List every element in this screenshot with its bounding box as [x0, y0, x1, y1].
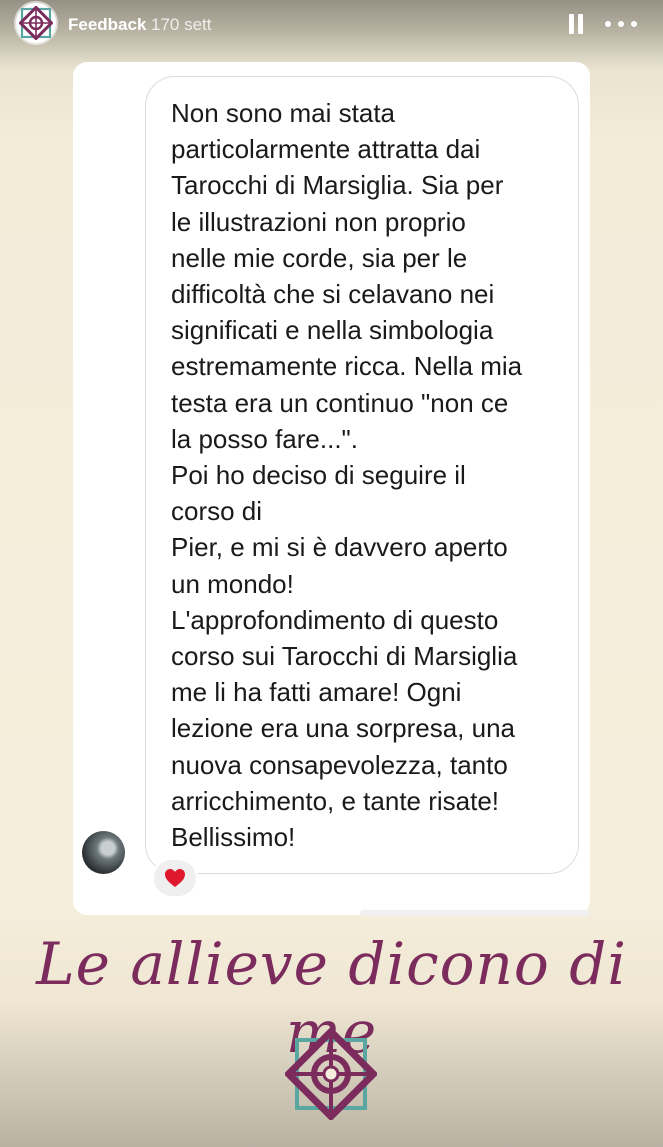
message-line: me li ha fatti amare! Ogni: [171, 677, 462, 708]
message-line: difficoltà che si celavano nei: [171, 279, 495, 310]
message-line: lezione era una sorpresa, una: [171, 713, 516, 744]
message-line: Pier, e mi si è davvero aperto: [171, 532, 508, 563]
account-avatar[interactable]: [16, 3, 56, 43]
message-line: Poi ho deciso di seguire il: [171, 460, 466, 491]
message-line: nuova consapevolezza, tanto: [171, 749, 508, 780]
story-header: Feedback 170 sett: [0, 0, 663, 50]
message-line: corso di: [171, 496, 263, 527]
message-line: significati e nella simbologia: [171, 315, 494, 346]
message-line: un mondo!: [171, 568, 294, 599]
pause-icon[interactable]: [567, 14, 585, 34]
message-line: testa era un continuo "non ce: [171, 387, 509, 418]
message-line: nelle mie corde, sia per le: [171, 242, 468, 273]
heart-icon: [165, 869, 185, 887]
message-line: estremamente ricca. Nella mia: [171, 351, 523, 382]
message-line: le illustrazioni non proprio: [171, 206, 466, 237]
story-timestamp: 170 sett: [151, 15, 212, 34]
more-horizontal-icon[interactable]: [605, 14, 637, 34]
account-name[interactable]: Feedback: [68, 15, 146, 35]
heart-reaction[interactable]: [152, 858, 198, 898]
message-line: corso sui Tarocchi di Marsiglia: [171, 641, 518, 672]
message-line: Tarocchi di Marsiglia. Sia per: [171, 170, 504, 201]
message-text: Non sono mai stata particolarmente attra…: [171, 95, 571, 855]
brand-logo-icon: [283, 1026, 379, 1122]
card-divider: [360, 910, 590, 916]
sender-avatar: [82, 831, 125, 874]
message-line: la posso fare...".: [171, 423, 358, 454]
message-line: L'approfondimento di questo: [171, 604, 499, 635]
brand-logo-icon: [19, 6, 53, 40]
message-line: Non sono mai stata: [171, 98, 396, 128]
message-line: Bellissimo!: [171, 822, 296, 853]
message-line: particolarmente attratta dai: [171, 134, 481, 165]
message-line: arricchimento, e tante risate!: [171, 785, 500, 816]
